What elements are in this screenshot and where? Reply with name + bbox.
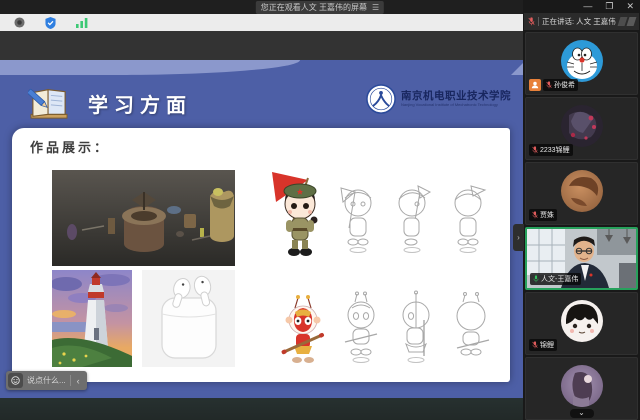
participant-tile[interactable]: 孙俊希	[525, 32, 638, 95]
participant-name: 2233锦鲤	[540, 145, 570, 155]
menu-icon[interactable]: ☰	[372, 3, 379, 12]
school-name: 南京机电职业技术学院	[401, 91, 511, 103]
avatar	[561, 40, 603, 82]
participant-name-badge: 贾姝	[529, 209, 557, 221]
artwork-lighthouse-image	[52, 270, 132, 367]
chat-input-placeholder[interactable]: 说点什么...	[27, 375, 66, 386]
book-pencil-icon	[28, 85, 70, 121]
network-signal-icon[interactable]	[76, 18, 88, 28]
avatar	[561, 105, 603, 147]
artwork-3d-props-image	[52, 170, 235, 266]
speaking-indicator-label: 正在讲话: 人文 王嘉伟	[542, 16, 616, 27]
participant-tile[interactable]: ⌄	[525, 357, 638, 420]
slide-title: 学习方面	[88, 89, 192, 118]
chevron-right-icon: ›	[517, 233, 520, 242]
avatar	[561, 300, 603, 342]
participants-sidebar: 正在讲话: 人文 王嘉伟	[523, 0, 640, 420]
mic-muted-icon	[546, 81, 552, 89]
slide-content-panel: 作品展示：	[12, 128, 510, 382]
host-badge-icon	[529, 79, 541, 91]
chat-quick-bar[interactable]: 说点什么... ‹	[6, 371, 87, 390]
avatar	[561, 365, 603, 407]
participant-name: 孙俊希	[554, 80, 575, 90]
mic-active-icon	[533, 275, 539, 283]
minimize-button[interactable]: —	[583, 2, 592, 11]
speaking-mic-icon	[528, 17, 535, 26]
mic-muted-icon	[532, 211, 538, 219]
school-logo-icon	[366, 84, 396, 114]
scroll-down-button[interactable]: ⌄	[570, 409, 594, 418]
presentation-window: 学习方面 南京机电职业技术学院 Nanjing Vocational Insti…	[0, 60, 523, 398]
meeting-window: 您正在观看人文 王嘉伟的屏幕 ☰ — ❐ ✕	[0, 0, 640, 420]
participant-name-badge: 锦鲤	[529, 339, 557, 351]
artwork-character-sheet-soldier	[268, 162, 516, 260]
participant-name: 人文-王嘉伟	[541, 274, 578, 284]
monkey-character-colored	[278, 292, 328, 364]
chat-collapse-icon[interactable]: ‹	[75, 376, 82, 386]
shared-desktop: 学习方面 南京机电职业技术学院 Nanjing Vocational Insti…	[0, 31, 523, 420]
participant-tile-speaking[interactable]: 人文-王嘉伟	[525, 227, 638, 290]
shield-icon[interactable]	[45, 17, 56, 29]
speaking-indicator-banner: 正在讲话: 人文 王嘉伟	[524, 13, 639, 30]
participant-tile[interactable]: 2233锦鲤	[525, 97, 638, 160]
participant-name-badge: 人文-王嘉伟	[530, 273, 581, 285]
participant-tile[interactable]: 锦鲤	[525, 292, 638, 355]
school-logo-group: 南京机电职业技术学院 Nanjing Vocational Institute …	[366, 84, 511, 114]
monkey-sketch-back	[449, 290, 493, 364]
meeting-app-logo	[619, 17, 635, 26]
record-status-icon[interactable]	[14, 17, 25, 28]
screen-watching-tooltip: 您正在观看人文 王嘉伟的屏幕 ☰	[256, 1, 384, 14]
close-button[interactable]: ✕	[626, 2, 634, 11]
soldier-sketch-front	[335, 182, 381, 260]
soldier-sketch-side	[390, 182, 436, 260]
school-subtitle: Nanjing Vocational Institute of Mechatro…	[401, 103, 511, 108]
mic-muted-icon	[532, 341, 538, 349]
participant-name: 锦鲤	[540, 340, 554, 350]
emoji-icon[interactable]	[8, 373, 23, 388]
participant-tile[interactable]: 贾姝	[525, 162, 638, 225]
corner-decoration	[511, 63, 523, 75]
monkey-sketch-side	[394, 290, 438, 364]
watching-tooltip-label: 您正在观看人文 王嘉伟的屏幕	[261, 2, 367, 13]
artwork-airpods-image	[142, 270, 235, 367]
divider	[538, 17, 539, 26]
soldier-sketch-back	[445, 182, 491, 260]
header-decoration	[0, 60, 300, 75]
mic-muted-icon	[532, 146, 538, 154]
participant-name-badge: 2233锦鲤	[529, 144, 573, 156]
soldier-character-colored	[268, 168, 326, 260]
artwork-character-sheet-monkey	[278, 276, 516, 364]
maximize-button[interactable]: ❐	[605, 2, 613, 11]
chevron-down-icon: ⌄	[578, 408, 585, 417]
participant-list: 孙俊希	[523, 32, 640, 420]
window-controls: — ❐ ✕	[583, 0, 634, 13]
section-heading: 作品展示：	[30, 137, 110, 156]
shared-screen-area: 学习方面 南京机电职业技术学院 Nanjing Vocational Insti…	[0, 0, 523, 420]
avatar	[561, 170, 603, 212]
slide-header: 学习方面 南京机电职业技术学院 Nanjing Vocational Insti…	[0, 76, 523, 130]
participant-name-badge: 孙俊希	[543, 79, 578, 91]
divider	[70, 375, 71, 386]
participant-name: 贾姝	[540, 210, 554, 220]
sidebar-collapse-tab[interactable]: ›	[513, 224, 524, 251]
monkey-sketch-front	[339, 290, 383, 364]
shared-toolbar	[0, 14, 523, 31]
